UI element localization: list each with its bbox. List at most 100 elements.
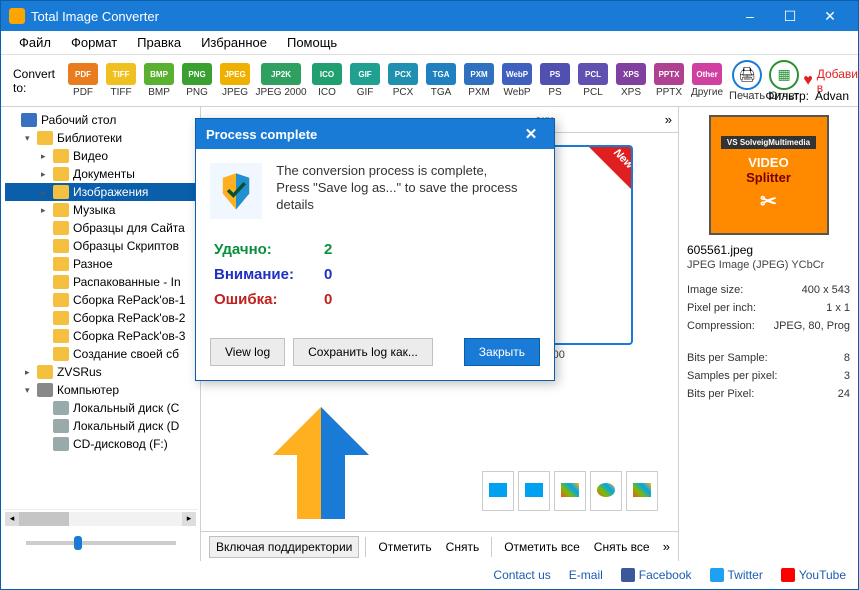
menu-format[interactable]: Формат <box>61 33 127 52</box>
dialog-title-bar: Process complete ✕ <box>196 119 554 149</box>
property-row: Compression:JPEG, 80, Prog <box>687 317 850 335</box>
folder-tree[interactable]: Рабочий стол▾Библиотеки▸Видео▸Документы▸… <box>1 107 201 561</box>
dialog-close-button[interactable]: ✕ <box>518 125 544 143</box>
menu-edit[interactable]: Правка <box>127 33 191 52</box>
zoom-slider[interactable] <box>26 541 176 545</box>
view-log-button[interactable]: View log <box>210 338 285 366</box>
convert-to-label: Convert to: <box>13 67 55 95</box>
format-jpeg-button[interactable]: JPEGJPEG <box>217 63 253 98</box>
save-log-button[interactable]: Сохранить log как... <box>293 338 433 366</box>
tree-item-11[interactable]: Сборка RePack'ов-2 <box>5 309 196 327</box>
printer-icon: 🖨 <box>738 66 756 83</box>
menu-help[interactable]: Помощь <box>277 33 347 52</box>
menu-file[interactable]: Файл <box>9 33 61 52</box>
scroll-right-button[interactable]: ▸ <box>182 512 196 526</box>
unmark-all-button[interactable]: Снять все <box>588 537 656 557</box>
contact-link[interactable]: Contact us <box>493 568 550 582</box>
dialog-message-1: The conversion process is complete, <box>276 163 540 180</box>
warning-count: 0 <box>324 266 332 283</box>
tree-item-15[interactable]: ▾Компьютер <box>5 381 196 399</box>
zoom-thumb[interactable] <box>74 536 82 550</box>
scroll-left-button[interactable]: ◂ <box>5 512 19 526</box>
app-logo-icon <box>241 391 401 531</box>
facebook-link[interactable]: Facebook <box>621 568 692 582</box>
format-другие-button[interactable]: OtherДругие <box>689 63 725 98</box>
tree-item-1[interactable]: ▾Библиотеки <box>5 129 196 147</box>
tree-item-16[interactable]: Локальный диск (C <box>5 399 196 417</box>
tree-item-0[interactable]: Рабочий стол <box>5 111 196 129</box>
tree-item-14[interactable]: ▸ZVSRus <box>5 363 196 381</box>
tree-item-4[interactable]: ▸Изображения <box>5 183 196 201</box>
property-row: Bits per Pixel:24 <box>687 385 850 403</box>
dialog-success-icon <box>210 163 262 219</box>
property-row: Pixel per inch:1 x 1 <box>687 299 850 317</box>
email-link[interactable]: E-mail <box>569 568 603 582</box>
app-icon <box>9 8 25 24</box>
format-gif-button[interactable]: GIFGIF <box>347 63 383 98</box>
format-pcl-button[interactable]: PCLPCL <box>575 63 611 98</box>
format-pptx-button[interactable]: PPTXPPTX <box>651 63 687 98</box>
expand-icon[interactable]: » <box>665 112 672 127</box>
tree-item-3[interactable]: ▸Документы <box>5 165 196 183</box>
tree-item-18[interactable]: CD-дисковод (F:) <box>5 435 196 453</box>
vista-logo <box>590 471 622 511</box>
format-pcx-button[interactable]: PCXPCX <box>385 63 421 98</box>
tree-item-17[interactable]: Локальный диск (D <box>5 417 196 435</box>
dialog-message-2: Press "Save log as..." to save the proce… <box>276 180 540 214</box>
maximize-button[interactable]: ☐ <box>770 2 810 30</box>
property-row: Bits per Sample:8 <box>687 349 850 367</box>
format-webp-button[interactable]: WebPWebP <box>499 63 535 98</box>
windows8-logo <box>518 471 550 511</box>
format-ps-button[interactable]: PSPS <box>537 63 573 98</box>
format-tga-button[interactable]: TGATGA <box>423 63 459 98</box>
tree-item-6[interactable]: Образцы для Сайта <box>5 219 196 237</box>
tree-item-12[interactable]: Сборка RePack'ов-3 <box>5 327 196 345</box>
xp-logo <box>626 471 658 511</box>
format-pdf-button[interactable]: PDFPDF <box>65 63 101 98</box>
file-format: JPEG Image (JPEG) YCbCr <box>687 259 850 271</box>
error-count: 0 <box>324 291 332 308</box>
format-pxm-button[interactable]: PXMPXM <box>461 63 497 98</box>
process-complete-dialog: Process complete ✕ The conversion proces… <box>195 118 555 381</box>
twitter-link[interactable]: Twitter <box>710 568 763 582</box>
filter-value[interactable]: Advan <box>815 89 849 103</box>
close-button[interactable]: ✕ <box>810 2 850 30</box>
heart-icon: ♥ <box>803 72 813 90</box>
minimize-button[interactable]: – <box>730 2 770 30</box>
print-button[interactable]: 🖨 Печать <box>729 60 765 102</box>
facebook-icon <box>621 568 635 582</box>
menu-favorites[interactable]: Избранное <box>191 33 277 52</box>
toolbar: Convert to: PDFPDFTIFFTIFFBMPBMPPNGPNGJP… <box>1 55 858 107</box>
toolbar-expand-icon[interactable]: » <box>663 539 670 554</box>
tree-item-13[interactable]: Создание своей сб <box>5 345 196 363</box>
scroll-track[interactable] <box>19 512 182 526</box>
twitter-icon <box>710 568 724 582</box>
dialog-close-primary-button[interactable]: Закрыть <box>464 338 540 366</box>
tree-item-9[interactable]: Распакованные - In <box>5 273 196 291</box>
tree-item-7[interactable]: Образцы Скриптов <box>5 237 196 255</box>
format-jpeg2000-button[interactable]: JP2KJPEG 2000 <box>255 63 307 98</box>
print-label: Печать <box>729 90 765 102</box>
title-bar: Total Image Converter – ☐ ✕ <box>1 1 858 31</box>
format-bmp-button[interactable]: BMPBMP <box>141 63 177 98</box>
error-label: Ошибка: <box>214 291 314 308</box>
preview-image: VS SolveigMultimedia VIDEO Splitter ✂ <box>709 115 829 235</box>
unmark-button[interactable]: Снять <box>440 537 486 557</box>
format-xps-button[interactable]: XPSXPS <box>613 63 649 98</box>
footer: Contact us E-mail Facebook Twitter YouTu… <box>1 561 858 589</box>
youtube-icon <box>781 568 795 582</box>
tree-item-5[interactable]: ▸Музыка <box>5 201 196 219</box>
format-png-button[interactable]: PNGPNG <box>179 63 215 98</box>
tree-item-2[interactable]: ▸Видео <box>5 147 196 165</box>
warning-label: Внимание: <box>214 266 314 283</box>
filter-label: Фильтр: <box>765 89 809 103</box>
format-ico-button[interactable]: ICOICO <box>309 63 345 98</box>
youtube-link[interactable]: YouTube <box>781 568 846 582</box>
mark-all-button[interactable]: Отметить все <box>498 537 586 557</box>
os-compatibility-logos <box>482 471 658 511</box>
success-count: 2 <box>324 241 332 258</box>
tree-item-8[interactable]: Разное <box>5 255 196 273</box>
scroll-thumb[interactable] <box>19 512 69 526</box>
tree-item-10[interactable]: Сборка RePack'ов-1 <box>5 291 196 309</box>
format-tiff-button[interactable]: TIFFTIFF <box>103 63 139 98</box>
